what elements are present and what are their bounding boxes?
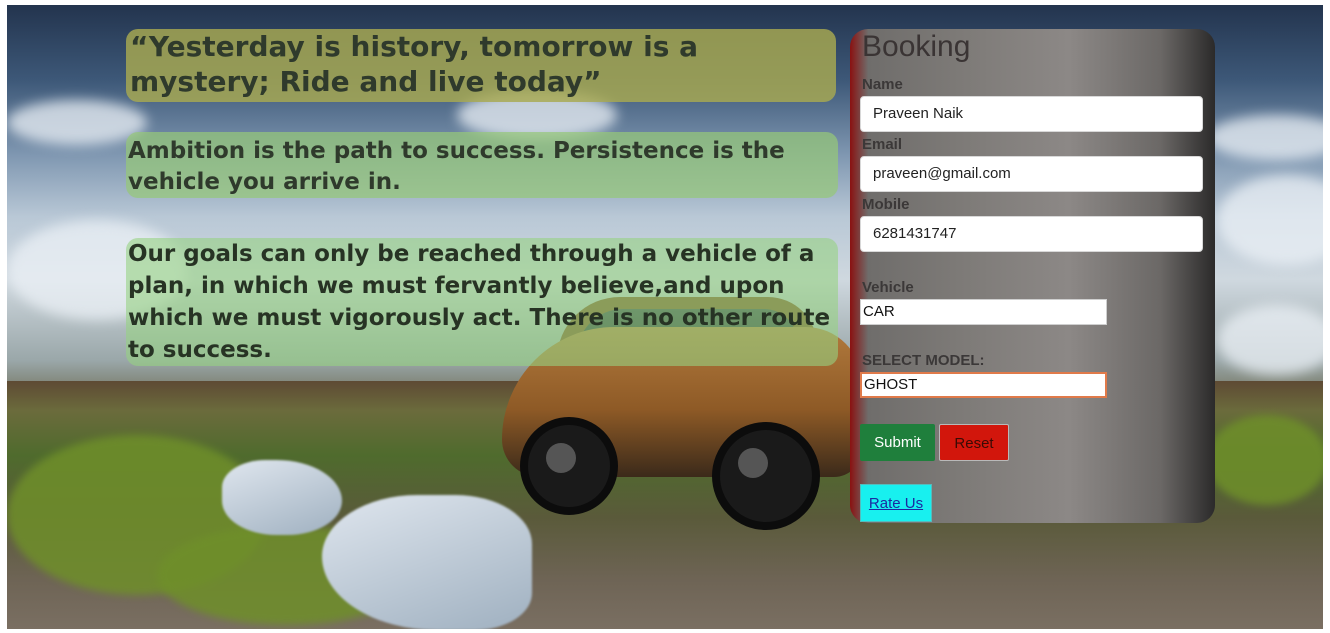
booking-title: Booking — [862, 30, 971, 63]
email-input[interactable]: praveen@gmail.com — [860, 156, 1203, 192]
vehicle-label: Vehicle — [862, 279, 914, 296]
submit-button[interactable]: Submit — [860, 424, 935, 461]
quote-3: Our goals can only be reached through a … — [126, 238, 838, 366]
mobile-label: Mobile — [862, 196, 910, 213]
cloud — [1217, 305, 1323, 375]
rate-us-link[interactable]: Rate Us — [860, 484, 932, 522]
name-input[interactable]: Praveen Naik — [860, 96, 1203, 132]
cloud — [1207, 115, 1323, 160]
model-select[interactable]: GHOST — [860, 372, 1107, 398]
car-wheel — [712, 422, 820, 530]
name-label: Name — [862, 76, 903, 93]
email-label: Email — [862, 136, 903, 153]
quote-2: Ambition is the path to success. Persist… — [126, 132, 838, 198]
mobile-input[interactable]: 6281431747 — [860, 216, 1203, 252]
car-wheel — [520, 417, 618, 515]
reset-button[interactable]: Reset — [939, 424, 1009, 461]
grass — [1207, 415, 1323, 505]
model-label: SELECT MODEL: — [862, 352, 985, 369]
vehicle-select[interactable]: CAR — [860, 299, 1107, 325]
cloud — [1217, 175, 1323, 265]
quote-1: “Yesterday is history, tomorrow is a mys… — [126, 29, 836, 102]
